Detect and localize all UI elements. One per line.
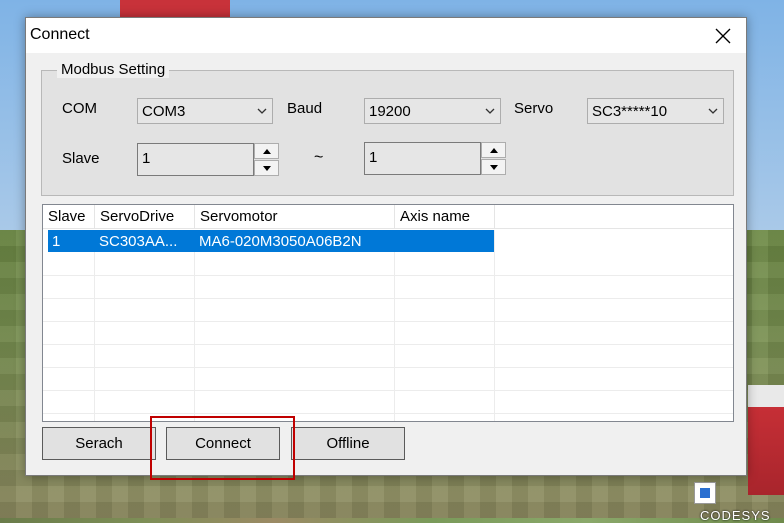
chevron-down-icon <box>708 108 718 114</box>
column-header-axis-name[interactable]: Axis name <box>395 205 495 229</box>
modbus-setting-label: Modbus Setting <box>57 61 170 78</box>
slave-to-input[interactable]: 1 <box>364 142 481 175</box>
slave-to-down-button[interactable] <box>481 159 506 175</box>
column-header-slave[interactable]: Slave <box>43 205 95 229</box>
grid-column-line <box>43 230 95 421</box>
slave-to-stepper <box>481 142 506 175</box>
grid-column-line <box>95 230 195 421</box>
connect-dialog: Connect Modbus Setting COM COM3 Baud 192… <box>25 17 747 476</box>
slave-from-input[interactable]: 1 <box>137 143 254 176</box>
window-title: Connect <box>30 26 90 43</box>
slave-list[interactable]: Slave ServoDrive Servomotor Axis name 1 … <box>42 204 734 422</box>
desktop-red-block <box>120 0 230 18</box>
slave-label: Slave <box>62 150 100 167</box>
slave-from-value: 1 <box>142 150 151 167</box>
com-select-value: COM3 <box>142 103 186 120</box>
servo-label: Servo <box>514 100 554 117</box>
servo-select[interactable]: SC3*****10 <box>587 98 724 124</box>
slave-from-stepper <box>254 143 279 176</box>
slave-from-down-button[interactable] <box>254 160 279 176</box>
codesys-shortcut-label[interactable]: CODESYS <box>700 508 771 523</box>
cell-axis-name <box>395 230 494 252</box>
cell-servomotor: MA6-020M3050A06B2N <box>199 233 362 250</box>
caret-down-icon <box>489 164 498 170</box>
cell-servodrive: SC303AA... <box>99 233 178 250</box>
list-header: Slave ServoDrive Servomotor Axis name <box>43 205 733 229</box>
slave-from-up-button[interactable] <box>254 143 279 159</box>
slave-to-spinner: 1 <box>364 142 506 175</box>
com-select[interactable]: COM3 <box>137 98 273 124</box>
offline-button[interactable]: Offline <box>291 427 405 460</box>
column-header-servomotor[interactable]: Servomotor <box>195 205 395 229</box>
baud-select-value: 19200 <box>369 103 411 120</box>
chevron-down-icon <box>485 108 495 114</box>
title-bar[interactable]: Connect <box>26 18 746 53</box>
servo-select-value: SC3*****10 <box>592 103 668 120</box>
com-label: COM <box>62 100 97 117</box>
codesys-shortcut-icon[interactable] <box>694 482 716 504</box>
close-button[interactable] <box>700 18 746 53</box>
caret-up-icon <box>262 148 271 154</box>
search-button[interactable]: Serach <box>42 427 156 460</box>
grid-column-line <box>195 230 395 421</box>
modbus-setting-group: Modbus Setting COM COM3 Baud 19200 Servo… <box>41 61 734 196</box>
cell-slave: 1 <box>52 233 61 250</box>
grid-column-line <box>395 230 495 421</box>
close-icon <box>715 28 731 43</box>
column-header-servodrive[interactable]: ServoDrive <box>95 205 195 229</box>
slave-to-value: 1 <box>369 149 378 166</box>
baud-label: Baud <box>287 100 323 117</box>
connect-button[interactable]: Connect <box>166 427 280 460</box>
desktop-red-block-right <box>748 385 784 495</box>
caret-down-icon <box>262 165 271 171</box>
slave-to-up-button[interactable] <box>481 142 506 158</box>
range-separator: ~ <box>314 149 324 166</box>
caret-up-icon <box>489 147 498 153</box>
chevron-down-icon <box>257 108 267 114</box>
slave-from-spinner: 1 <box>137 143 279 176</box>
baud-select[interactable]: 19200 <box>364 98 501 124</box>
